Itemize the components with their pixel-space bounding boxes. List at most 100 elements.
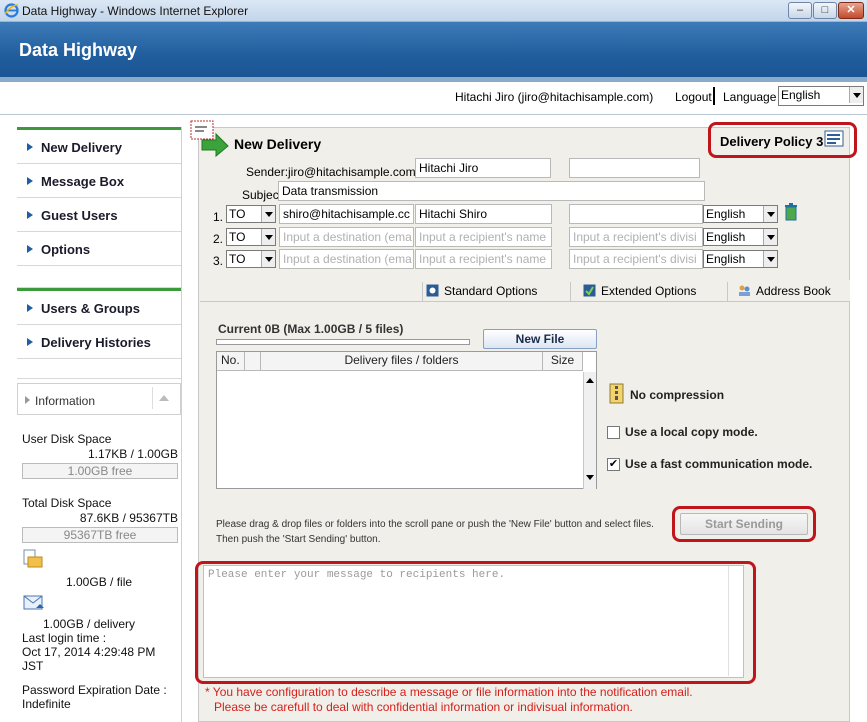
- subject-field[interactable]: Data transmission: [278, 181, 705, 201]
- warning-line: * You have configuration to describe a m…: [205, 685, 693, 699]
- recipient-type-select[interactable]: TO: [226, 250, 276, 268]
- sidebar-item-label: Options: [41, 242, 91, 257]
- local-copy-label: Use a local copy mode.: [625, 425, 758, 439]
- delivery-size-icon: [23, 595, 44, 610]
- information-header[interactable]: Information: [17, 383, 181, 415]
- recipient-type-select[interactable]: TO: [226, 228, 276, 246]
- sender-division-field[interactable]: [569, 158, 700, 178]
- language-select[interactable]: English: [778, 86, 864, 106]
- new-file-button[interactable]: New File: [483, 329, 597, 349]
- sidebar-item-delivery-histories[interactable]: Delivery Histories: [17, 325, 181, 359]
- file-list[interactable]: No. Delivery files / folders Size: [216, 351, 597, 489]
- triangle-right-icon: [27, 338, 33, 346]
- per-file-limit: 1.00GB / file: [66, 575, 133, 589]
- minimize-button[interactable]: –: [788, 2, 812, 19]
- sidebar-item-label: Users & Groups: [41, 301, 140, 316]
- sidebar-item-message-box[interactable]: Message Box: [17, 164, 181, 198]
- tab-label: Extended Options: [601, 284, 697, 298]
- tab-address-book[interactable]: Address Book: [738, 282, 850, 302]
- language-label: Language: [723, 90, 777, 104]
- per-delivery-limit: 1.00GB / delivery: [43, 617, 136, 631]
- warning-text: * You have configuration to describe a m…: [205, 685, 693, 715]
- delivery-policy: Delivery Policy 3: [720, 134, 824, 149]
- last-login-label: Last login time :: [22, 631, 107, 645]
- password-expiration-value: Indefinite: [22, 697, 71, 711]
- sidebar-item-new-delivery[interactable]: New Delivery: [17, 130, 181, 164]
- total-disk-label: Total Disk Space: [22, 496, 112, 510]
- recipient-address-field[interactable]: Input a destination (ema: [279, 249, 414, 269]
- recipient-language-select[interactable]: English: [703, 228, 778, 246]
- chevron-down-icon: [261, 251, 275, 267]
- recipient-type-value: TO: [229, 252, 246, 266]
- recipient-language-select[interactable]: English: [703, 205, 778, 223]
- new-delivery-icon: [190, 120, 229, 158]
- collapse-icon[interactable]: [152, 387, 174, 409]
- message-scrollbar[interactable]: [728, 566, 742, 676]
- recipient-type-value: TO: [229, 207, 246, 221]
- maximize-button[interactable]: □: [813, 2, 837, 19]
- recipient-name-field[interactable]: Hitachi Shiro: [415, 204, 552, 224]
- sender-name-field[interactable]: Hitachi Jiro: [415, 158, 551, 178]
- recipient-language-value: English: [706, 230, 746, 244]
- fast-comm-label: Use a fast communication mode.: [625, 457, 813, 471]
- information-title: Information: [35, 394, 96, 408]
- user-disk-label: User Disk Space: [22, 432, 112, 446]
- sidebar-item-options[interactable]: Options: [17, 232, 181, 266]
- start-sending-button[interactable]: Start Sending: [680, 513, 808, 535]
- no-compression: No compression: [630, 388, 725, 402]
- tab-separator: [727, 282, 728, 302]
- message-textarea[interactable]: Please enter your message to recipients …: [203, 565, 744, 678]
- sender-label: Sender:: [246, 165, 289, 179]
- password-expiration-label: Password Expiration Date :: [22, 683, 167, 697]
- sidebar-item-label: New Delivery: [41, 140, 122, 155]
- local-copy-checkbox[interactable]: [607, 426, 620, 439]
- triangle-right-icon: [25, 396, 30, 404]
- language-select-value: English: [781, 88, 821, 102]
- recipient-language-select[interactable]: English: [703, 250, 778, 268]
- chevron-down-icon: [763, 251, 777, 267]
- separator: [713, 87, 715, 105]
- recipient-address-field[interactable]: shiro@hitachisample.cc: [279, 204, 414, 224]
- logout-link[interactable]: Logout: [675, 90, 712, 104]
- recipient-name-field[interactable]: Input a recipient's name: [415, 227, 552, 247]
- triangle-right-icon: [27, 211, 33, 219]
- tab-extended-options[interactable]: Extended Options: [583, 282, 723, 302]
- fast-comm-checkbox[interactable]: ✔: [607, 458, 620, 471]
- recipient-division-field[interactable]: [569, 204, 703, 224]
- current-usage: Current 0B (Max 1.00GB / 5 files): [218, 322, 404, 336]
- tab-standard-options[interactable]: Standard Options: [426, 282, 566, 302]
- file-size-icon: [23, 549, 43, 568]
- sidebar-item-label: Message Box: [41, 174, 125, 189]
- sidebar-item-users-groups[interactable]: Users & Groups: [17, 291, 181, 325]
- scroll-down-icon[interactable]: [584, 473, 596, 483]
- close-button[interactable]: ✕: [838, 2, 864, 19]
- tab-label: Standard Options: [444, 284, 538, 298]
- recipient-type-select[interactable]: TO: [226, 205, 276, 223]
- recipient-language-value: English: [706, 252, 746, 266]
- scroll-up-icon[interactable]: [584, 376, 596, 386]
- recipient-division-field[interactable]: Input a recipient's divisi: [569, 227, 703, 247]
- window-title: Data Highway - Windows Internet Explorer: [22, 4, 249, 18]
- recipient-division-field[interactable]: Input a recipient's divisi: [569, 249, 703, 269]
- last-login-timezone: JST: [22, 659, 44, 673]
- help-line: Then push the 'Start Sending' button.: [216, 534, 381, 545]
- recipient-number: 1.: [213, 210, 224, 224]
- recipient-language-value: English: [706, 207, 746, 221]
- app-banner: Data Highway: [0, 22, 867, 77]
- recipient-number: 3.: [213, 254, 224, 268]
- triangle-right-icon: [27, 177, 33, 185]
- recipient-address-field[interactable]: Input a destination (ema: [279, 227, 414, 247]
- recipient-name-field[interactable]: Input a recipient's name: [415, 249, 552, 269]
- file-list-scrollbar[interactable]: [583, 372, 596, 489]
- user-info: Hitachi Jiro (jiro@hitachisample.com): [455, 90, 654, 104]
- help-text: Please drag & drop files or folders into…: [216, 517, 654, 547]
- sender-email: jiro@hitachisample.com: [288, 165, 416, 179]
- chevron-down-icon: [763, 229, 777, 245]
- triangle-right-icon: [27, 304, 33, 312]
- sidebar-spacer: [17, 359, 181, 379]
- column-header-blank: [245, 352, 261, 371]
- trash-icon[interactable]: [784, 203, 798, 221]
- sidebar-item-guest-users[interactable]: Guest Users: [17, 198, 181, 232]
- policy-document-icon[interactable]: [824, 130, 846, 148]
- total-disk-free: 95367TB free: [22, 527, 178, 543]
